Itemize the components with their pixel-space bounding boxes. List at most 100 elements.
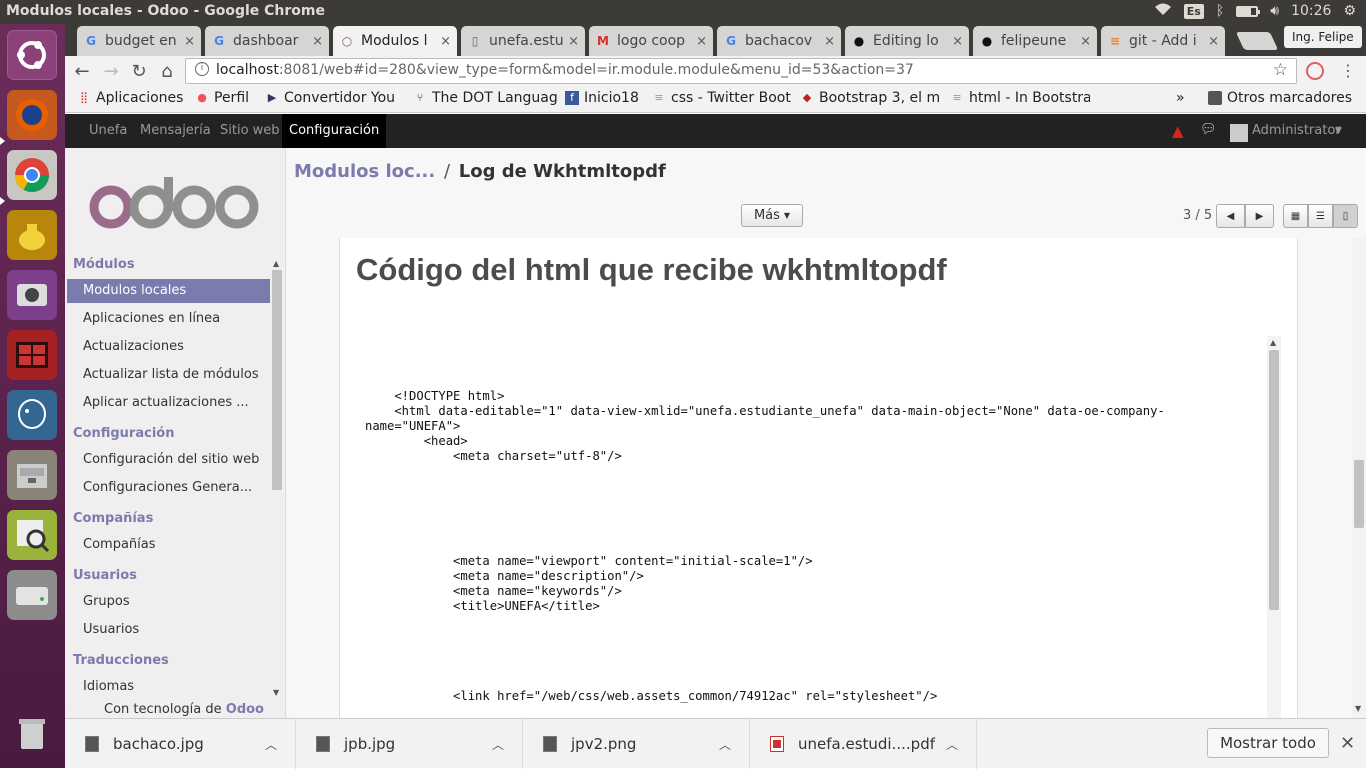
webcam-app-icon[interactable] [7,270,57,320]
pager-previous-button[interactable]: ◀ [1216,204,1245,228]
menu-mensajeria[interactable]: Mensajería [140,123,211,138]
sidebar-item[interactable]: Configuración del sitio web [67,448,270,472]
kanban-view-button[interactable]: ▦ [1283,204,1308,228]
pager-next-button[interactable]: ▶ [1245,204,1274,228]
menu-configuracion[interactable]: Configuración [282,114,387,148]
show-all-downloads-button[interactable]: Mostrar todo [1207,728,1329,758]
new-tab-button[interactable] [1235,32,1279,50]
download-item[interactable]: jpv2.png ︿ [523,719,750,769]
browser-tab[interactable]: ● Editing lo × [845,26,969,56]
close-icon[interactable]: × [696,34,707,49]
scroll-down-arrow[interactable]: ▼ [273,688,279,697]
browser-tab[interactable]: Gbudget en × [77,26,201,56]
sidebar-item[interactable]: Usuarios [67,618,270,642]
extension-icon[interactable] [1306,62,1324,80]
sidebar-item[interactable]: Grupos [67,590,270,614]
more-button[interactable]: Más ▼ [741,204,803,227]
reload-icon[interactable]: ↻ [128,60,150,82]
chrome-menu-icon[interactable]: ⋮ [1340,61,1356,80]
menu-unefa[interactable]: Unefa [89,123,127,138]
sidebar-scrollbar[interactable]: ▲ ▼ [270,258,284,698]
close-icon[interactable]: × [312,34,323,49]
wifi-icon[interactable] [1154,2,1172,20]
menu-sitio-web[interactable]: Sitio web [220,123,280,138]
trash-icon[interactable] [7,708,57,758]
close-icon[interactable]: × [1080,34,1091,49]
info-icon[interactable]: i [195,62,209,76]
breadcrumb-root-link[interactable]: Modulos loc... [294,161,435,182]
scroll-down-arrow[interactable]: ▼ [1355,704,1361,713]
browser-tab[interactable]: ▯ unefa.estu × [461,26,585,56]
page-scroll-thumb[interactable] [1354,460,1364,528]
teapot-app-icon[interactable] [7,210,57,260]
browser-tab[interactable]: ≡ git - Add i × [1101,26,1225,56]
sidebar-item[interactable]: Compañías [67,533,270,557]
browser-tab[interactable]: Mlogo coop × [589,26,713,56]
close-icon[interactable]: × [952,34,963,49]
bookmark-item[interactable]: ≡ css - Twitter Boot [652,90,792,106]
bookmark-item[interactable]: f Inicio18 [565,90,645,106]
bookmarks-overflow-button[interactable]: » [1176,90,1185,106]
chevron-up-icon[interactable]: ︿ [492,736,504,753]
browser-tab[interactable]: Gbachacov × [717,26,841,56]
list-view-button[interactable]: ☰ [1308,204,1333,228]
clock[interactable]: 10:26 [1291,3,1331,19]
browser-tab[interactable]: Gdashboar × [205,26,329,56]
download-item[interactable]: jpb.jpg ︿ [296,719,523,769]
close-icon[interactable]: ✕ [1340,733,1355,754]
bookmark-item[interactable]: ◆ Bootstrap 3, el m [800,90,940,106]
bluetooth-icon[interactable]: ᛒ [1216,3,1224,19]
chrome-icon[interactable] [7,150,57,200]
close-icon[interactable]: × [1208,34,1219,49]
battery-icon[interactable] [1236,5,1261,17]
code-scroll-thumb[interactable] [1269,350,1279,610]
sidebar-item[interactable]: Actualizar lista de módulos [67,363,270,387]
forward-arrow-icon[interactable]: → [100,60,122,82]
back-arrow-icon[interactable]: ← [71,60,93,82]
browser-tab[interactable]: ○ Modulos l × [333,26,457,56]
home-icon[interactable]: ⌂ [156,60,178,82]
page-scrollbar[interactable]: ▼ [1352,238,1366,718]
scroll-up-arrow[interactable]: ▲ [1270,338,1276,347]
firefox-icon[interactable] [7,90,57,140]
bookmark-item[interactable]: ● Perfil [195,90,257,106]
disk-drive-icon[interactable] [7,570,57,620]
postgres-app-icon[interactable] [7,390,57,440]
powered-brand-link[interactable]: Odoo [226,702,264,717]
bookmark-item[interactable]: ⑂ The DOT Languag [413,90,558,106]
close-icon[interactable]: × [440,34,451,49]
warning-icon[interactable]: ▲ [1172,122,1184,140]
close-icon[interactable]: × [184,34,195,49]
sidebar-item[interactable]: Actualizaciones [67,335,270,359]
sidebar-scroll-thumb[interactable] [272,270,282,490]
sidebar-item[interactable]: Modulos locales [67,279,270,303]
chat-icon[interactable]: 💬︎ [1200,122,1217,137]
browser-profile-button[interactable]: Ing. Felipe [1284,26,1362,48]
close-icon[interactable]: × [568,34,579,49]
bookmark-star-icon[interactable]: ☆ [1273,60,1288,80]
file-manager-icon[interactable] [7,450,57,500]
gear-icon[interactable]: ⚙ [1343,3,1356,19]
volume-icon[interactable]: 🔊︎ [1270,3,1279,19]
bookmark-item[interactable]: ≡ html - In Bootstra [950,90,1090,106]
chevron-up-icon[interactable]: ︿ [946,736,958,753]
code-viewer[interactable]: <!DOCTYPE html> <html data-editable="1" … [340,336,1268,718]
ubuntu-dash-icon[interactable] [7,30,57,80]
sidebar-item[interactable]: Aplicar actualizaciones ... [67,391,270,415]
avatar[interactable] [1230,124,1248,142]
bookmark-item[interactable]: ▶ Convertidor You [265,90,405,106]
keyboard-layout-indicator[interactable]: Es [1183,3,1204,19]
chevron-up-icon[interactable]: ︿ [719,736,731,753]
browser-tab[interactable]: ● felipeune × [973,26,1097,56]
form-view-button[interactable]: ▯ [1333,204,1358,228]
image-viewer-icon[interactable] [7,510,57,560]
close-icon[interactable]: × [824,34,835,49]
code-scrollbar[interactable]: ▲ [1267,336,1281,718]
sidebar-item[interactable]: Idiomas [67,675,270,699]
download-item[interactable]: unefa.estudi....pdf ︿ [750,719,977,769]
scroll-up-arrow[interactable]: ▲ [273,259,279,268]
other-bookmarks-folder[interactable]: Otros marcadores [1208,90,1352,106]
terminal-app-icon[interactable] [7,330,57,380]
bookmark-item[interactable]: ⣿ Aplicaciones [77,90,187,106]
sidebar-item[interactable]: Configuraciones Genera... [67,476,270,500]
